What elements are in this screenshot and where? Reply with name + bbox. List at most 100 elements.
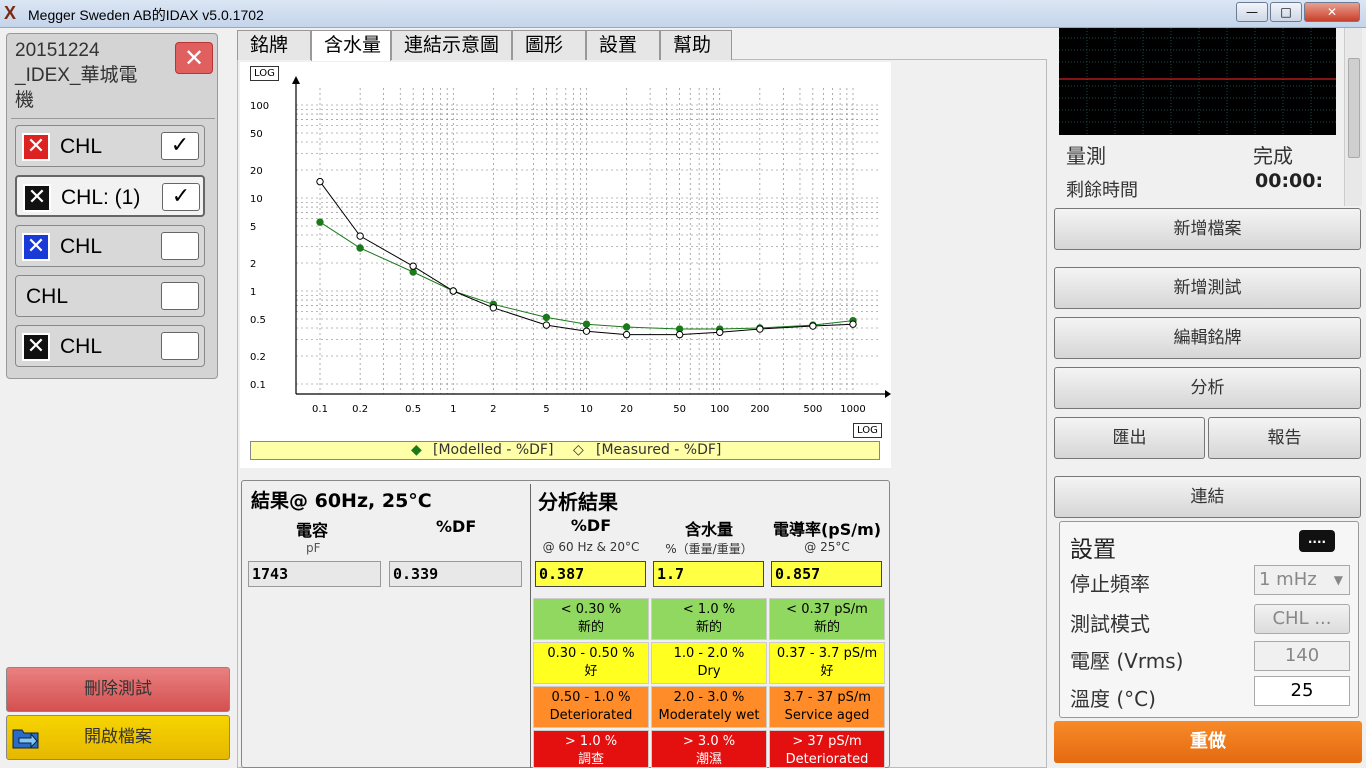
- maximize-button[interactable]: □: [1270, 2, 1302, 22]
- capacitance-unit: pF: [306, 541, 321, 555]
- connect-button[interactable]: 連結: [1054, 476, 1361, 518]
- x-tick-label: 200: [750, 404, 769, 415]
- y-tick-label: 1: [250, 287, 256, 298]
- x-log-badge[interactable]: LOG: [853, 423, 882, 438]
- channel-label: CHL: [60, 135, 103, 158]
- edit-nameplate-button[interactable]: 編輯銘牌: [1054, 317, 1361, 359]
- tab-moisture[interactable]: 含水量: [311, 30, 391, 61]
- analysis-value: 1.7: [653, 561, 764, 587]
- y-tick-label: 0.5: [250, 315, 266, 326]
- criteria-range: > 3.0 %: [682, 734, 736, 749]
- x-tick-label: 1000: [840, 404, 865, 415]
- minimize-button[interactable]: —: [1236, 2, 1268, 22]
- analysis-header: %DF: [570, 516, 612, 535]
- criteria-range: 2.0 - 3.0 %: [673, 690, 745, 705]
- stop-frequency-select[interactable]: 1 mHz ▼: [1254, 565, 1350, 595]
- channel-checkbox[interactable]: [161, 282, 199, 310]
- criteria-cell: < 0.30 % 新的: [533, 598, 649, 640]
- y-tick-label: 0.1: [250, 380, 266, 391]
- app-logo-icon: X: [4, 3, 17, 23]
- tab-settings[interactable]: 設置: [586, 30, 660, 60]
- criteria-rating: 調查: [577, 752, 604, 767]
- channel-checkbox[interactable]: ✓: [162, 183, 200, 211]
- settings-more-button[interactable]: ....: [1299, 530, 1335, 552]
- tab-help[interactable]: 幫助: [660, 30, 732, 60]
- chart-legend: ◆ [Modelled - %DF] ◇ [Measured - %DF]: [250, 441, 880, 460]
- criteria-range: < 0.37 pS/m: [786, 602, 868, 617]
- legend-modelled: [Modelled - %DF]: [433, 442, 554, 458]
- y-tick-label: 50: [250, 129, 263, 140]
- criteria-rating: 好: [584, 664, 598, 679]
- close-test-button[interactable]: ✕: [175, 42, 213, 74]
- channel-row[interactable]: CHL: [15, 275, 205, 317]
- channel-checkbox[interactable]: [161, 232, 199, 260]
- channel-row[interactable]: ✕ CHL: [15, 325, 205, 367]
- measured-point: [356, 232, 364, 240]
- y-tick-label: 2: [250, 259, 256, 270]
- export-button[interactable]: 匯出: [1054, 417, 1205, 459]
- redo-button[interactable]: 重做: [1054, 721, 1362, 763]
- open-file-button[interactable]: 開啟檔案: [6, 715, 230, 760]
- channel-row[interactable]: ✕ CHL ✓: [15, 125, 205, 167]
- modelled-point: [542, 313, 551, 322]
- criteria-cell: > 37 pS/m Deteriorated: [769, 730, 885, 768]
- title-bar: X Megger Sweden AB的IDAX v5.0.1702 — □ ✕: [0, 0, 1366, 28]
- criteria-range: > 37 pS/m: [792, 734, 862, 749]
- capacitance-header: 電容: [296, 521, 329, 540]
- df-chart: 0.1 0.2 0.5 1 2 5 10 20 50 100 200 500 1000 0.1 0.2 0.5…: [250, 76, 891, 415]
- criteria-range: > 1.0 %: [564, 734, 618, 749]
- channel-x-icon[interactable]: ✕: [22, 333, 50, 361]
- analysis-subheader: @ 60 Hz & 20°C: [542, 540, 640, 554]
- channel-row[interactable]: ✕ CHL: (1) ✓: [15, 175, 205, 217]
- channel-checkbox[interactable]: [161, 332, 199, 360]
- x-tick-label: 0.2: [352, 404, 368, 415]
- channel-checkbox[interactable]: ✓: [161, 132, 199, 160]
- delete-test-button[interactable]: 刪除測試: [6, 667, 230, 712]
- criteria-rating: 新的: [695, 620, 722, 635]
- capacitance-value: 1743: [248, 561, 381, 587]
- voltage-field[interactable]: 140: [1254, 641, 1350, 671]
- measure-state: 完成: [1253, 144, 1293, 168]
- test-title: 20151224 _IDEX_華城電 機: [15, 40, 138, 111]
- tab-nameplate[interactable]: 銘牌: [237, 30, 311, 60]
- tab-connection-diagram[interactable]: 連結示意圖: [391, 30, 512, 60]
- channel-row[interactable]: ✕ CHL: [15, 225, 205, 267]
- measured-point: [542, 321, 551, 329]
- test-mode-button[interactable]: CHL ...: [1254, 604, 1350, 634]
- channel-label: CHL: (1): [61, 186, 141, 209]
- df-value: 0.339: [389, 561, 522, 587]
- y-tick-label: 100: [250, 101, 269, 112]
- y-log-badge[interactable]: LOG: [250, 66, 279, 81]
- new-file-button[interactable]: 新增檔案: [1054, 208, 1361, 250]
- criteria-rating: 新的: [577, 620, 604, 635]
- scrollbar-thumb[interactable]: [1348, 58, 1360, 158]
- report-button[interactable]: 報告: [1208, 417, 1361, 459]
- status-scrollbar[interactable]: [1344, 28, 1362, 206]
- criteria-range: 0.50 - 1.0 %: [551, 690, 631, 705]
- modelled-point: [582, 320, 591, 328]
- criteria-range: < 1.0 %: [682, 602, 736, 617]
- new-test-button[interactable]: 新增測試: [1054, 267, 1361, 309]
- analyze-button[interactable]: 分析: [1054, 367, 1361, 409]
- channel-x-icon[interactable]: ✕: [23, 184, 51, 212]
- measured-point: [849, 320, 857, 328]
- criteria-cell: > 3.0 % 潮濕: [651, 730, 767, 768]
- tab-graph[interactable]: 圖形: [512, 30, 586, 60]
- x-tick-label: 10: [580, 404, 593, 415]
- analysis-title: 分析結果: [538, 490, 618, 514]
- open-file-label: 開啟檔案: [84, 727, 152, 747]
- temperature-field[interactable]: 25: [1254, 676, 1350, 706]
- measured-point: [449, 287, 457, 295]
- analysis-subheader: %（重量/重量）: [665, 542, 753, 556]
- channel-x-icon[interactable]: ✕: [22, 233, 50, 261]
- legend-modelled-marker: ◆: [411, 442, 422, 458]
- x-tick-label: 100: [710, 404, 729, 415]
- channel-x-icon[interactable]: ✕: [22, 133, 50, 161]
- channel-label: CHL: [60, 335, 103, 358]
- close-window-button[interactable]: ✕: [1304, 2, 1360, 22]
- criteria-cell: < 0.37 pS/m 新的: [769, 598, 885, 640]
- open-folder-icon: [12, 729, 39, 749]
- results-title: 結果@ 60Hz, 25°C: [251, 490, 432, 512]
- measured-point: [489, 304, 498, 312]
- criteria-cell: 0.30 - 0.50 % 好: [533, 642, 649, 684]
